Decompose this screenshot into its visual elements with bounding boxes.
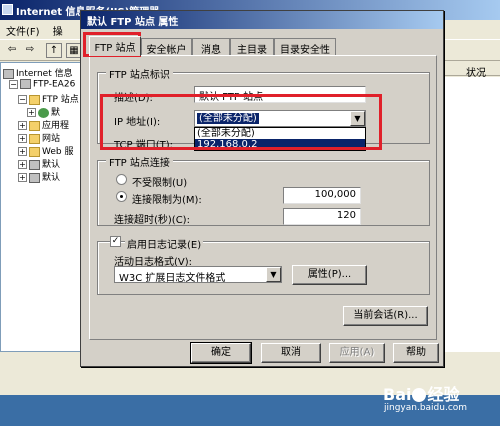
ip-address-label: IP 地址(I): [114, 117, 161, 128]
connection-limit-field[interactable]: 100,000 [283, 187, 361, 204]
status-column-header[interactable]: 状况 [440, 62, 500, 79]
tab-panel-ftp-site: FTP 站点标识 描述(D): 默认 FTP 站点 IP 地址(I): (全部未… [89, 55, 437, 340]
folder-icon [29, 94, 40, 105]
enable-logging-checkbox[interactable]: ✓ [110, 236, 121, 247]
expand-icon[interactable]: + [18, 134, 27, 143]
collapse-icon[interactable]: − [9, 79, 18, 89]
tree-node-default-1[interactable]: + 默认 [18, 157, 60, 170]
tree-node-web-ext[interactable]: + Web 服 [18, 144, 73, 157]
tab-ftp-site[interactable]: FTP 站点 [89, 36, 141, 56]
server-icon [29, 172, 40, 183]
unlimited-radio[interactable] [116, 174, 127, 185]
tab-security-accounts[interactable]: 安全帐户 [141, 38, 192, 56]
description-field[interactable]: 默认 FTP 站点 [194, 86, 366, 103]
dialog-title: 默认 FTP 站点 属性 [87, 17, 179, 28]
tab-directory-security[interactable]: 目录安全性 [274, 38, 336, 56]
back-arrow-icon[interactable]: ⇦ [4, 43, 20, 58]
tcp-port-label: TCP 端口(T): [114, 140, 173, 151]
chevron-down-icon[interactable]: ▼ [266, 267, 281, 282]
tab-home-directory[interactable]: 主目录 [230, 38, 274, 56]
tree-node-ftp-sites[interactable]: − FTP 站点 [18, 92, 79, 105]
tree-node-app-pools[interactable]: + 应用程 [18, 118, 69, 131]
cancel-button[interactable]: 取消 [261, 343, 321, 363]
folder-icon [29, 120, 40, 131]
description-label: 描述(D): [114, 93, 153, 104]
ip-address-select[interactable]: (全部未分配) ▼ [194, 110, 366, 127]
apply-button[interactable]: 应用(A) [329, 343, 385, 363]
baidu-jingyan-logo: Bai 经验 [383, 385, 460, 404]
unlimited-label: 不受限制(U) [132, 178, 188, 189]
iis-detail-pane [440, 77, 500, 352]
menu-file[interactable]: 文件(F) [6, 27, 40, 38]
ip-dropdown-list: (全部未分配) 192.168.0.2 [194, 127, 366, 151]
expand-icon[interactable]: + [27, 108, 36, 117]
collapse-icon[interactable]: − [18, 95, 27, 104]
computer-icon [3, 68, 14, 79]
expand-icon[interactable]: + [18, 147, 27, 156]
expand-icon[interactable]: + [18, 121, 27, 130]
log-format-select[interactable]: W3C 扩展日志文件格式 ▼ [114, 266, 282, 284]
tree-node-iis[interactable]: Internet 信息 [3, 66, 73, 79]
server-icon [20, 79, 31, 89]
connection-timeout-field[interactable]: 120 [283, 208, 361, 225]
ip-option-unassigned[interactable]: (全部未分配) [195, 128, 365, 139]
dialog-title-bar: 默认 FTP 站点 属性 [81, 11, 443, 29]
log-properties-button[interactable]: 属性(P)... [292, 265, 367, 285]
connection-limit-label: 连接限制为(M): [132, 195, 202, 206]
chevron-down-icon[interactable]: ▼ [350, 111, 365, 126]
expand-icon[interactable]: + [18, 160, 27, 169]
expand-icon[interactable]: + [18, 173, 27, 182]
enable-logging-label: 启用日志记录(E) [125, 236, 204, 251]
tree-node-websites[interactable]: + 网站 [18, 131, 60, 144]
folder-icon [29, 133, 40, 144]
tab-messages[interactable]: 消息 [192, 38, 230, 56]
globe-icon [38, 107, 49, 118]
tree-node-default-2[interactable]: + 默认 [18, 170, 60, 183]
help-button[interactable]: 帮助 [393, 343, 439, 363]
ftp-properties-dialog: 默认 FTP 站点 属性 FTP 站点 安全帐户 消息 主目录 目录安全性 FT… [80, 10, 444, 367]
forward-arrow-icon[interactable]: ⇨ [22, 43, 38, 58]
iis-tree-pane: Internet 信息 − FTP-EA26 − FTP 站点 + 默 + 应用程 + 网… [0, 62, 84, 352]
menu-action[interactable]: 操 [53, 27, 63, 38]
current-sessions-button[interactable]: 当前会话(R)... [343, 306, 428, 326]
paw-icon [412, 388, 427, 402]
iis-app-icon [2, 4, 13, 15]
ip-selected-value: (全部未分配) [196, 112, 260, 125]
tree-node-server[interactable]: − FTP-EA26 [9, 79, 75, 90]
ok-button[interactable]: 确定 [190, 342, 252, 364]
up-folder-icon[interactable]: ↑ [46, 43, 62, 58]
connection-limit-radio[interactable] [116, 191, 127, 202]
ip-option-192-168-0-2[interactable]: 192.168.0.2 [195, 139, 365, 150]
connection-timeout-label: 连接超时(秒)(C): [114, 215, 190, 226]
group-legend: FTP 站点连接 [106, 154, 173, 169]
watermark-url: jingyan.baidu.com [384, 403, 468, 413]
tree-node-default-ftp[interactable]: + 默 [27, 105, 60, 118]
log-format-value: W3C 扩展日志文件格式 [119, 273, 226, 284]
group-legend: FTP 站点标识 [106, 66, 173, 81]
folder-icon [29, 146, 40, 157]
server-icon [29, 159, 40, 170]
